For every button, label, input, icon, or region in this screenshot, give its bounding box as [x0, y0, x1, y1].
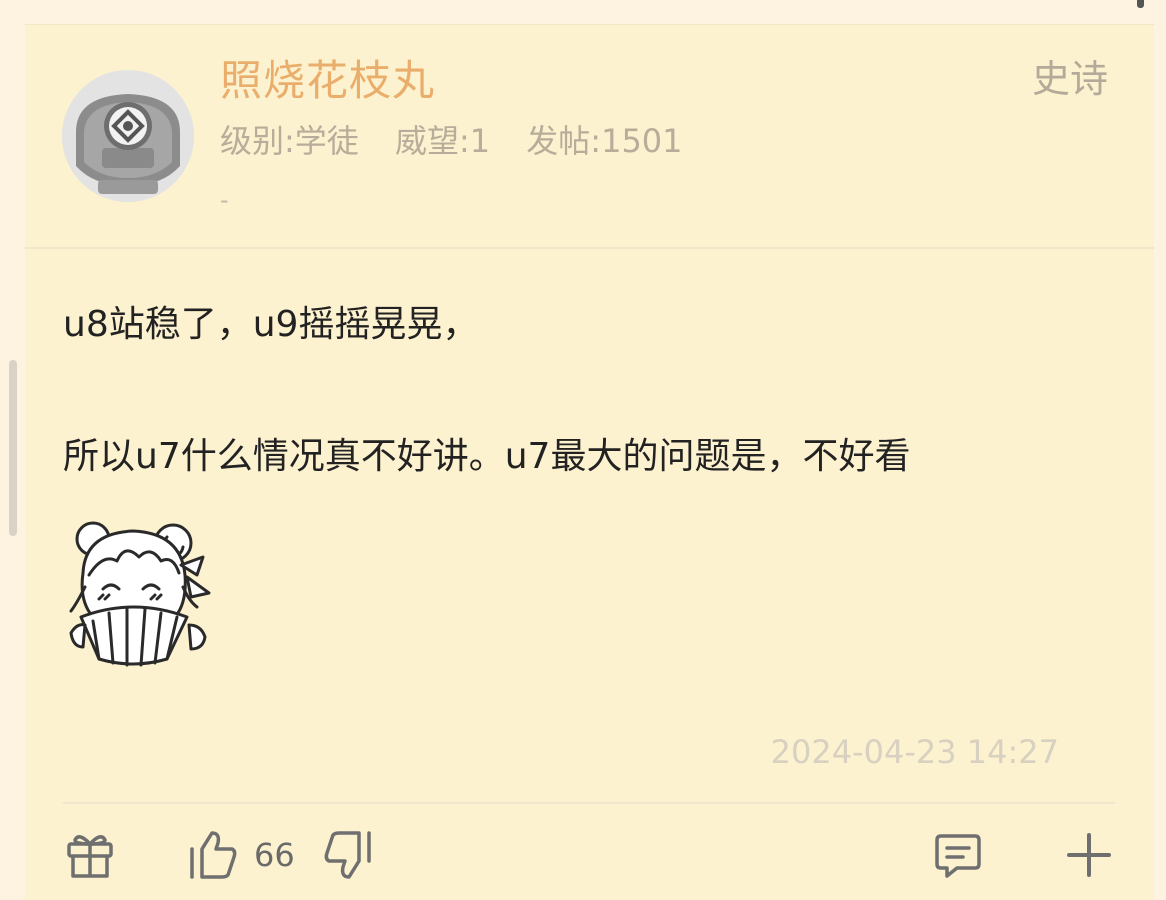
thumbs-down-icon: [324, 831, 371, 879]
author-stats: 级别:学徒 威望:1 发帖:1501: [220, 121, 709, 161]
author-name[interactable]: 照烧花枝丸: [220, 53, 435, 109]
diving-helmet-icon: [62, 70, 194, 202]
comment-button[interactable]: [933, 825, 983, 885]
page: 照烧花枝丸 级别:学徒 威望:1 发帖:1501 - 史诗 u8站稳了，u9摇摇…: [0, 0, 1166, 900]
gift-button[interactable]: [65, 825, 115, 885]
dislike-button[interactable]: [321, 825, 373, 885]
author-signature: -: [220, 186, 229, 214]
plus-icon: [1067, 833, 1111, 877]
avatar[interactable]: [62, 70, 194, 202]
scrollbar-thumb[interactable]: [9, 360, 17, 536]
like-button[interactable]: 66: [188, 825, 295, 885]
author-post-count: 发帖:1501: [526, 122, 683, 160]
post-action-bar: 66: [25, 825, 1154, 885]
top-edge-mark: [1137, 0, 1144, 8]
like-count: 66: [254, 836, 295, 874]
post-timestamp: 2024-04-23 14:27: [770, 733, 1059, 771]
post-content: u8站稳了，u9摇摇晃晃， 所以u7什么情况真不好讲。u7最大的问题是，不好看: [63, 301, 1123, 481]
post-tag: 史诗: [1031, 57, 1108, 101]
post-text-line: 所以u7什么情况真不好讲。u7最大的问题是，不好看: [63, 436, 911, 477]
anime-girl-sticker: [63, 513, 213, 667]
gift-icon: [67, 835, 113, 878]
thumbs-up-icon: [190, 831, 237, 879]
post-card: 照烧花枝丸 级别:学徒 威望:1 发帖:1501 - 史诗 u8站稳了，u9摇摇…: [25, 24, 1154, 900]
comment-icon: [935, 834, 981, 878]
author-level: 级别:学徒: [220, 122, 359, 160]
more-button[interactable]: [1065, 825, 1113, 885]
divider: [63, 802, 1115, 804]
author-prestige: 威望:1: [394, 122, 491, 160]
post-text-line: u8站稳了，u9摇摇晃晃，: [63, 304, 479, 345]
post-header: 照烧花枝丸 级别:学徒 威望:1 发帖:1501 - 史诗: [25, 25, 1154, 249]
